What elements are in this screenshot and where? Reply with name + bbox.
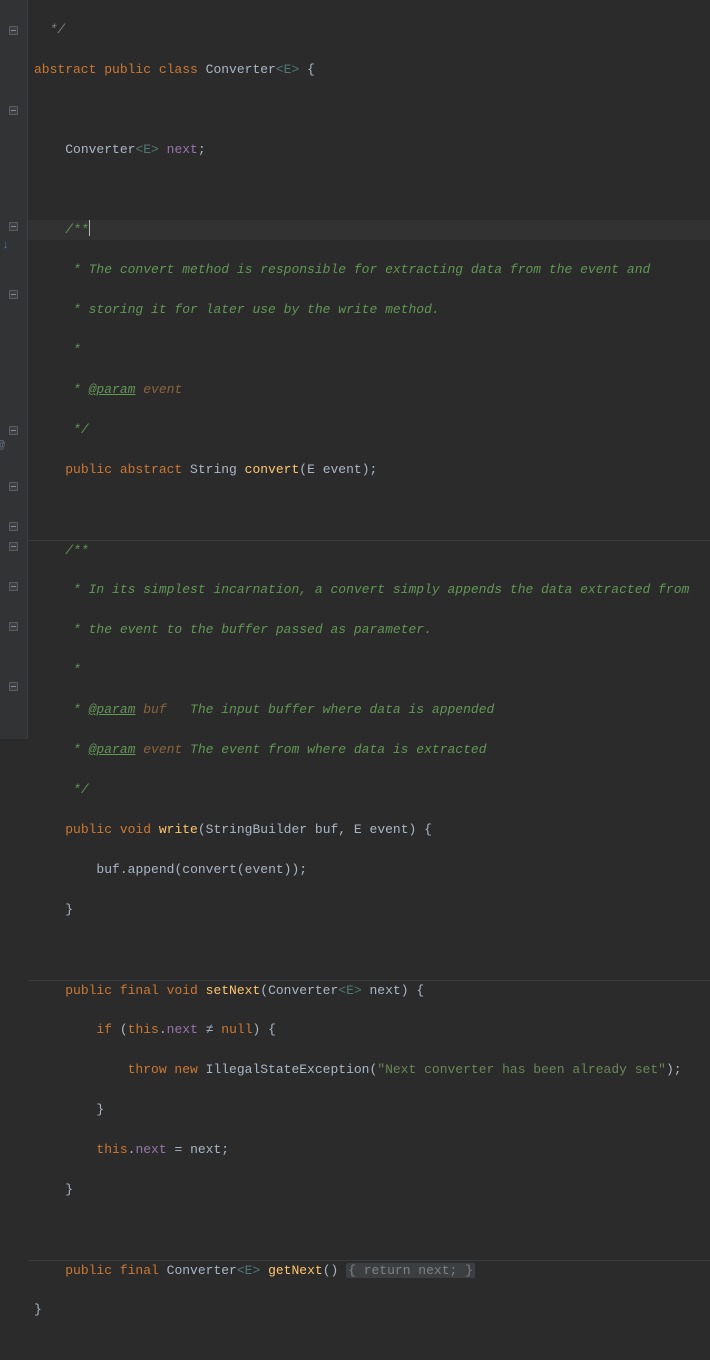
code-line[interactable]: if (this.next ≠ null) {: [28, 1020, 710, 1040]
fold-icon[interactable]: [0, 676, 27, 696]
caret: [89, 220, 90, 236]
code-line[interactable]: throw new IllegalStateException("Next co…: [28, 1060, 710, 1080]
code-area[interactable]: */ abstract public class Converter<E> { …: [28, 0, 710, 739]
code-line[interactable]: }: [28, 1100, 710, 1120]
code-line[interactable]: }: [28, 1180, 710, 1200]
fold-icon[interactable]: [0, 536, 27, 556]
code-line[interactable]: * @param event The event from where data…: [28, 740, 710, 760]
code-line[interactable]: */: [28, 420, 710, 440]
fold-icon[interactable]: [0, 284, 27, 304]
override-arrow-icon[interactable]: ↓: [0, 236, 19, 256]
code-line[interactable]: *: [28, 660, 710, 680]
code-line[interactable]: this.next = next;: [28, 1140, 710, 1160]
code-line[interactable]: * The convert method is responsible for …: [28, 260, 710, 280]
fold-region[interactable]: { return next; }: [346, 1263, 475, 1278]
override-arrow-icon[interactable]: @: [0, 436, 15, 456]
code-line[interactable]: public void write(StringBuilder buf, E e…: [28, 820, 710, 840]
code-line[interactable]: */: [28, 780, 710, 800]
code-line[interactable]: * the event to the buffer passed as para…: [28, 620, 710, 640]
editor-gutter: ↓ @: [0, 0, 28, 739]
code-line[interactable]: [28, 180, 710, 200]
code-line[interactable]: */: [28, 20, 710, 40]
code-line[interactable]: public abstract String convert(E event);: [28, 460, 710, 480]
code-line[interactable]: * @param buf The input buffer where data…: [28, 700, 710, 720]
code-line[interactable]: [28, 100, 710, 120]
code-line[interactable]: }: [28, 1300, 710, 1320]
comment: */: [42, 22, 65, 37]
code-line[interactable]: buf.append(convert(event));: [28, 860, 710, 880]
code-line[interactable]: [28, 940, 710, 960]
fold-icon[interactable]: [0, 616, 27, 636]
code-line[interactable]: * storing it for later use by the write …: [28, 300, 710, 320]
code-line[interactable]: * In its simplest incarnation, a convert…: [28, 580, 710, 600]
code-line[interactable]: abstract public class Converter<E> {: [28, 60, 710, 80]
code-line[interactable]: public final void setNext(Converter<E> n…: [28, 980, 710, 1000]
code-line[interactable]: /**: [28, 540, 710, 560]
fold-icon[interactable]: [0, 476, 27, 496]
fold-icon[interactable]: [0, 100, 27, 120]
code-editor[interactable]: ↓ @ */ abstract public class Converter<E…: [0, 0, 710, 739]
fold-icon[interactable]: [0, 20, 27, 40]
code-line[interactable]: [28, 500, 710, 520]
fold-icon[interactable]: [0, 516, 27, 536]
code-line-active[interactable]: /**: [28, 220, 710, 240]
fold-icon[interactable]: [0, 576, 27, 596]
fold-icon[interactable]: [0, 216, 27, 236]
code-line[interactable]: * @param event: [28, 380, 710, 400]
code-line[interactable]: *: [28, 340, 710, 360]
code-line[interactable]: [28, 1220, 710, 1240]
code-line[interactable]: Converter<E> next;: [28, 140, 710, 160]
code-line[interactable]: }: [28, 900, 710, 920]
code-line[interactable]: public final Converter<E> getNext() { re…: [28, 1260, 710, 1280]
